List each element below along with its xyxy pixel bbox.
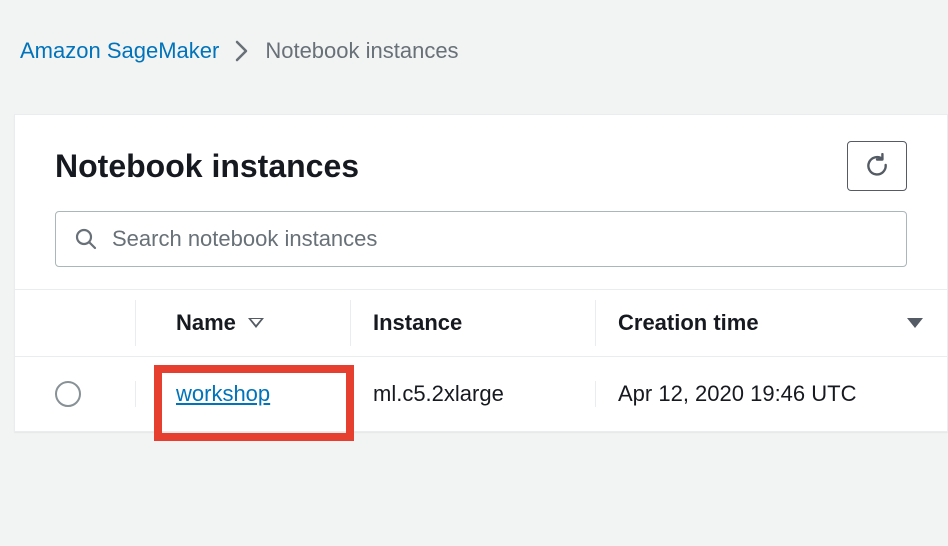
page-title: Notebook instances — [55, 148, 359, 185]
row-instance-cell: ml.c5.2xlarge — [350, 381, 595, 407]
instance-type: ml.c5.2xlarge — [373, 381, 504, 406]
instance-name-link[interactable]: workshop — [176, 381, 270, 406]
column-creation-time-header[interactable]: Creation time — [595, 300, 947, 346]
refresh-icon — [864, 153, 890, 179]
column-creation-time-label: Creation time — [618, 310, 759, 336]
search-input[interactable] — [112, 226, 888, 252]
row-name-cell: workshop — [135, 381, 350, 407]
table-row: workshop ml.c5.2xlarge Apr 12, 2020 19:4… — [15, 356, 947, 431]
row-select-radio[interactable] — [55, 381, 81, 407]
search-container — [15, 211, 947, 289]
creation-time: Apr 12, 2020 19:46 UTC — [618, 381, 856, 407]
notebook-instances-panel: Notebook instances Name Instance Creatio… — [14, 114, 948, 432]
search-icon — [74, 227, 98, 251]
refresh-button[interactable] — [847, 141, 907, 191]
breadcrumb-current: Notebook instances — [265, 38, 458, 64]
row-creation-time-cell: Apr 12, 2020 19:46 UTC — [595, 381, 895, 407]
column-instance-label: Instance — [373, 310, 462, 336]
search-box[interactable] — [55, 211, 907, 267]
sort-icon — [248, 318, 264, 328]
panel-header: Notebook instances — [15, 115, 947, 211]
chevron-right-icon — [235, 40, 249, 62]
row-select-cell — [55, 381, 135, 407]
breadcrumb-root-link[interactable]: Amazon SageMaker — [20, 38, 219, 64]
sort-desc-icon — [907, 318, 923, 328]
table-header: Name Instance Creation time — [15, 289, 947, 356]
breadcrumb: Amazon SageMaker Notebook instances — [0, 0, 948, 94]
column-name-header[interactable]: Name — [135, 300, 350, 346]
column-instance-header[interactable]: Instance — [350, 300, 595, 346]
column-name-label: Name — [176, 310, 236, 336]
